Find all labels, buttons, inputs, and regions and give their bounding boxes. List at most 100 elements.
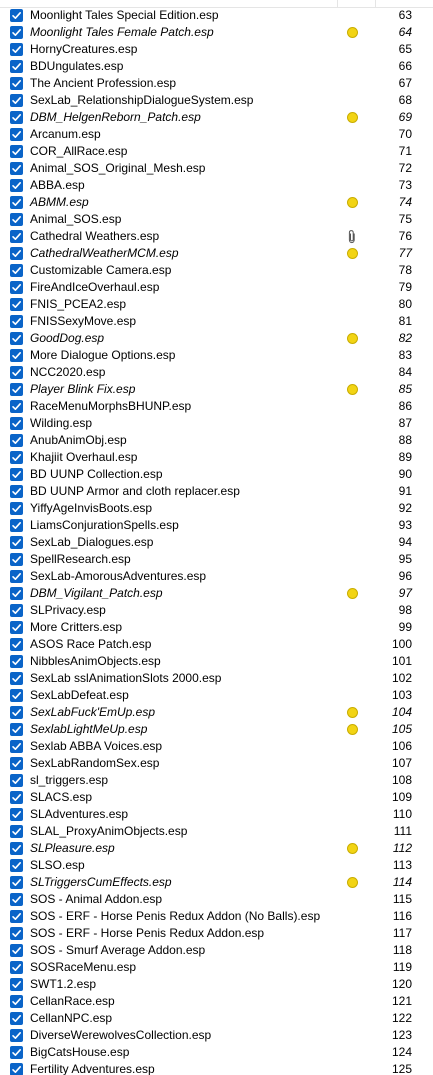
plugin-enabled-checkbox[interactable] xyxy=(10,655,23,668)
column-divider[interactable] xyxy=(375,0,376,7)
plugin-row[interactable]: SpellResearch.esp 95 xyxy=(0,551,433,568)
plugin-enabled-checkbox[interactable] xyxy=(10,366,23,379)
plugin-row[interactable]: SexlabLightMeUp.esp 105 xyxy=(0,721,433,738)
plugin-row[interactable]: ABBA.esp 73 xyxy=(0,177,433,194)
plugin-row[interactable]: Sexlab ABBA Voices.esp 106 xyxy=(0,738,433,755)
plugin-enabled-checkbox[interactable] xyxy=(10,43,23,56)
plugin-row[interactable]: LiamsConjurationSpells.esp 93 xyxy=(0,517,433,534)
plugin-enabled-checkbox[interactable] xyxy=(10,451,23,464)
plugin-enabled-checkbox[interactable] xyxy=(10,196,23,209)
plugin-enabled-checkbox[interactable] xyxy=(10,60,23,73)
plugin-row[interactable]: BigCatsHouse.esp 124 xyxy=(0,1044,433,1061)
plugin-row[interactable]: SOSRaceMenu.esp 119 xyxy=(0,959,433,976)
plugin-enabled-checkbox[interactable] xyxy=(10,145,23,158)
plugin-enabled-checkbox[interactable] xyxy=(10,927,23,940)
plugin-enabled-checkbox[interactable] xyxy=(10,757,23,770)
plugin-enabled-checkbox[interactable] xyxy=(10,621,23,634)
plugin-enabled-checkbox[interactable] xyxy=(10,26,23,39)
plugin-enabled-checkbox[interactable] xyxy=(10,876,23,889)
plugin-enabled-checkbox[interactable] xyxy=(10,264,23,277)
plugin-row[interactable]: SOS - ERF - Horse Penis Redux Addon (No … xyxy=(0,908,433,925)
plugin-row[interactable]: HornyCreatures.esp 65 xyxy=(0,41,433,58)
plugin-enabled-checkbox[interactable] xyxy=(10,791,23,804)
plugin-enabled-checkbox[interactable] xyxy=(10,468,23,481)
plugin-row[interactable]: More Critters.esp 99 xyxy=(0,619,433,636)
plugin-enabled-checkbox[interactable] xyxy=(10,230,23,243)
plugin-row[interactable]: SOS - Animal Addon.esp 115 xyxy=(0,891,433,908)
plugin-enabled-checkbox[interactable] xyxy=(10,910,23,923)
plugin-row[interactable]: Moonlight Tales Special Edition.esp 63 xyxy=(0,7,433,24)
plugin-row[interactable]: ASOS Race Patch.esp 100 xyxy=(0,636,433,653)
plugin-enabled-checkbox[interactable] xyxy=(10,349,23,362)
plugin-enabled-checkbox[interactable] xyxy=(10,77,23,90)
plugin-row[interactable]: SLPleasure.esp 112 xyxy=(0,840,433,857)
plugin-row[interactable]: NCC2020.esp 84 xyxy=(0,364,433,381)
plugin-row[interactable]: Cathedral Weathers.esp 76 xyxy=(0,228,433,245)
plugin-row[interactable]: CathedralWeatherMCM.esp 77 xyxy=(0,245,433,262)
plugin-enabled-checkbox[interactable] xyxy=(10,604,23,617)
plugin-enabled-checkbox[interactable] xyxy=(10,1029,23,1042)
plugin-row[interactable]: Animal_SOS_Original_Mesh.esp 72 xyxy=(0,160,433,177)
plugin-enabled-checkbox[interactable] xyxy=(10,111,23,124)
plugin-row[interactable]: SLPrivacy.esp 98 xyxy=(0,602,433,619)
plugin-row[interactable]: SexLab_RelationshipDialogueSystem.esp 68 xyxy=(0,92,433,109)
plugin-enabled-checkbox[interactable] xyxy=(10,298,23,311)
plugin-enabled-checkbox[interactable] xyxy=(10,536,23,549)
plugin-row[interactable]: Animal_SOS.esp 75 xyxy=(0,211,433,228)
plugin-enabled-checkbox[interactable] xyxy=(10,502,23,515)
plugin-row[interactable]: BD UUNP Collection.esp 90 xyxy=(0,466,433,483)
plugin-row[interactable]: SexLab sslAnimationSlots 2000.esp 102 xyxy=(0,670,433,687)
plugin-enabled-checkbox[interactable] xyxy=(10,706,23,719)
plugin-enabled-checkbox[interactable] xyxy=(10,723,23,736)
plugin-enabled-checkbox[interactable] xyxy=(10,944,23,957)
plugin-row[interactable]: Arcanum.esp 70 xyxy=(0,126,433,143)
plugin-row[interactable]: YiffyAgeInvisBoots.esp 92 xyxy=(0,500,433,517)
plugin-enabled-checkbox[interactable] xyxy=(10,1046,23,1059)
plugin-row[interactable]: SOS - ERF - Horse Penis Redux Addon.esp 1… xyxy=(0,925,433,942)
plugin-row[interactable]: FNISSexyMove.esp 81 xyxy=(0,313,433,330)
plugin-row[interactable]: SexLabDefeat.esp 103 xyxy=(0,687,433,704)
plugin-enabled-checkbox[interactable] xyxy=(10,808,23,821)
plugin-enabled-checkbox[interactable] xyxy=(10,315,23,328)
plugin-row[interactable]: GoodDog.esp 82 xyxy=(0,330,433,347)
plugin-enabled-checkbox[interactable] xyxy=(10,128,23,141)
plugin-row[interactable]: Moonlight Tales Female Patch.esp 64 xyxy=(0,24,433,41)
plugin-row[interactable]: SexLab_Dialogues.esp 94 xyxy=(0,534,433,551)
plugin-enabled-checkbox[interactable] xyxy=(10,638,23,651)
plugin-enabled-checkbox[interactable] xyxy=(10,961,23,974)
plugin-row[interactable]: NibblesAnimObjects.esp 101 xyxy=(0,653,433,670)
plugin-enabled-checkbox[interactable] xyxy=(10,978,23,991)
plugin-enabled-checkbox[interactable] xyxy=(10,570,23,583)
plugin-row[interactable]: The Ancient Profession.esp 67 xyxy=(0,75,433,92)
plugin-enabled-checkbox[interactable] xyxy=(10,94,23,107)
plugin-row[interactable]: Player Blink Fix.esp 85 xyxy=(0,381,433,398)
plugin-enabled-checkbox[interactable] xyxy=(10,179,23,192)
plugin-enabled-checkbox[interactable] xyxy=(10,519,23,532)
plugin-row[interactable]: SOS - Smurf Average Addon.esp 118 xyxy=(0,942,433,959)
plugin-enabled-checkbox[interactable] xyxy=(10,553,23,566)
plugin-row[interactable]: AnubAnimObj.esp 88 xyxy=(0,432,433,449)
plugin-row[interactable]: SLAL_ProxyAnimObjects.esp 111 xyxy=(0,823,433,840)
plugin-enabled-checkbox[interactable] xyxy=(10,587,23,600)
plugin-row[interactable]: BDUngulates.esp 66 xyxy=(0,58,433,75)
plugin-enabled-checkbox[interactable] xyxy=(10,740,23,753)
plugin-enabled-checkbox[interactable] xyxy=(10,162,23,175)
plugin-row[interactable]: SLSO.esp 113 xyxy=(0,857,433,874)
plugin-row[interactable]: DBM_HelgenReborn_Patch.esp 69 xyxy=(0,109,433,126)
plugin-row[interactable]: COR_AllRace.esp 71 xyxy=(0,143,433,160)
plugin-row[interactable]: BD UUNP Armor and cloth replacer.esp 91 xyxy=(0,483,433,500)
plugin-row[interactable]: More Dialogue Options.esp 83 xyxy=(0,347,433,364)
plugin-enabled-checkbox[interactable] xyxy=(10,1063,23,1075)
plugin-row[interactable]: CellanRace.esp 121 xyxy=(0,993,433,1010)
plugin-enabled-checkbox[interactable] xyxy=(10,485,23,498)
plugin-row[interactable]: CellanNPC.esp 122 xyxy=(0,1010,433,1027)
plugin-enabled-checkbox[interactable] xyxy=(10,332,23,345)
plugin-list[interactable]: Moonlight Tales Special Edition.esp 63 Moo… xyxy=(0,0,433,1075)
plugin-row[interactable]: FireAndIceOverhaul.esp 79 xyxy=(0,279,433,296)
plugin-row[interactable]: Khajiit Overhaul.esp 89 xyxy=(0,449,433,466)
plugin-enabled-checkbox[interactable] xyxy=(10,672,23,685)
plugin-row[interactable]: sl_triggers.esp 108 xyxy=(0,772,433,789)
plugin-enabled-checkbox[interactable] xyxy=(10,774,23,787)
plugin-enabled-checkbox[interactable] xyxy=(10,689,23,702)
plugin-enabled-checkbox[interactable] xyxy=(10,825,23,838)
